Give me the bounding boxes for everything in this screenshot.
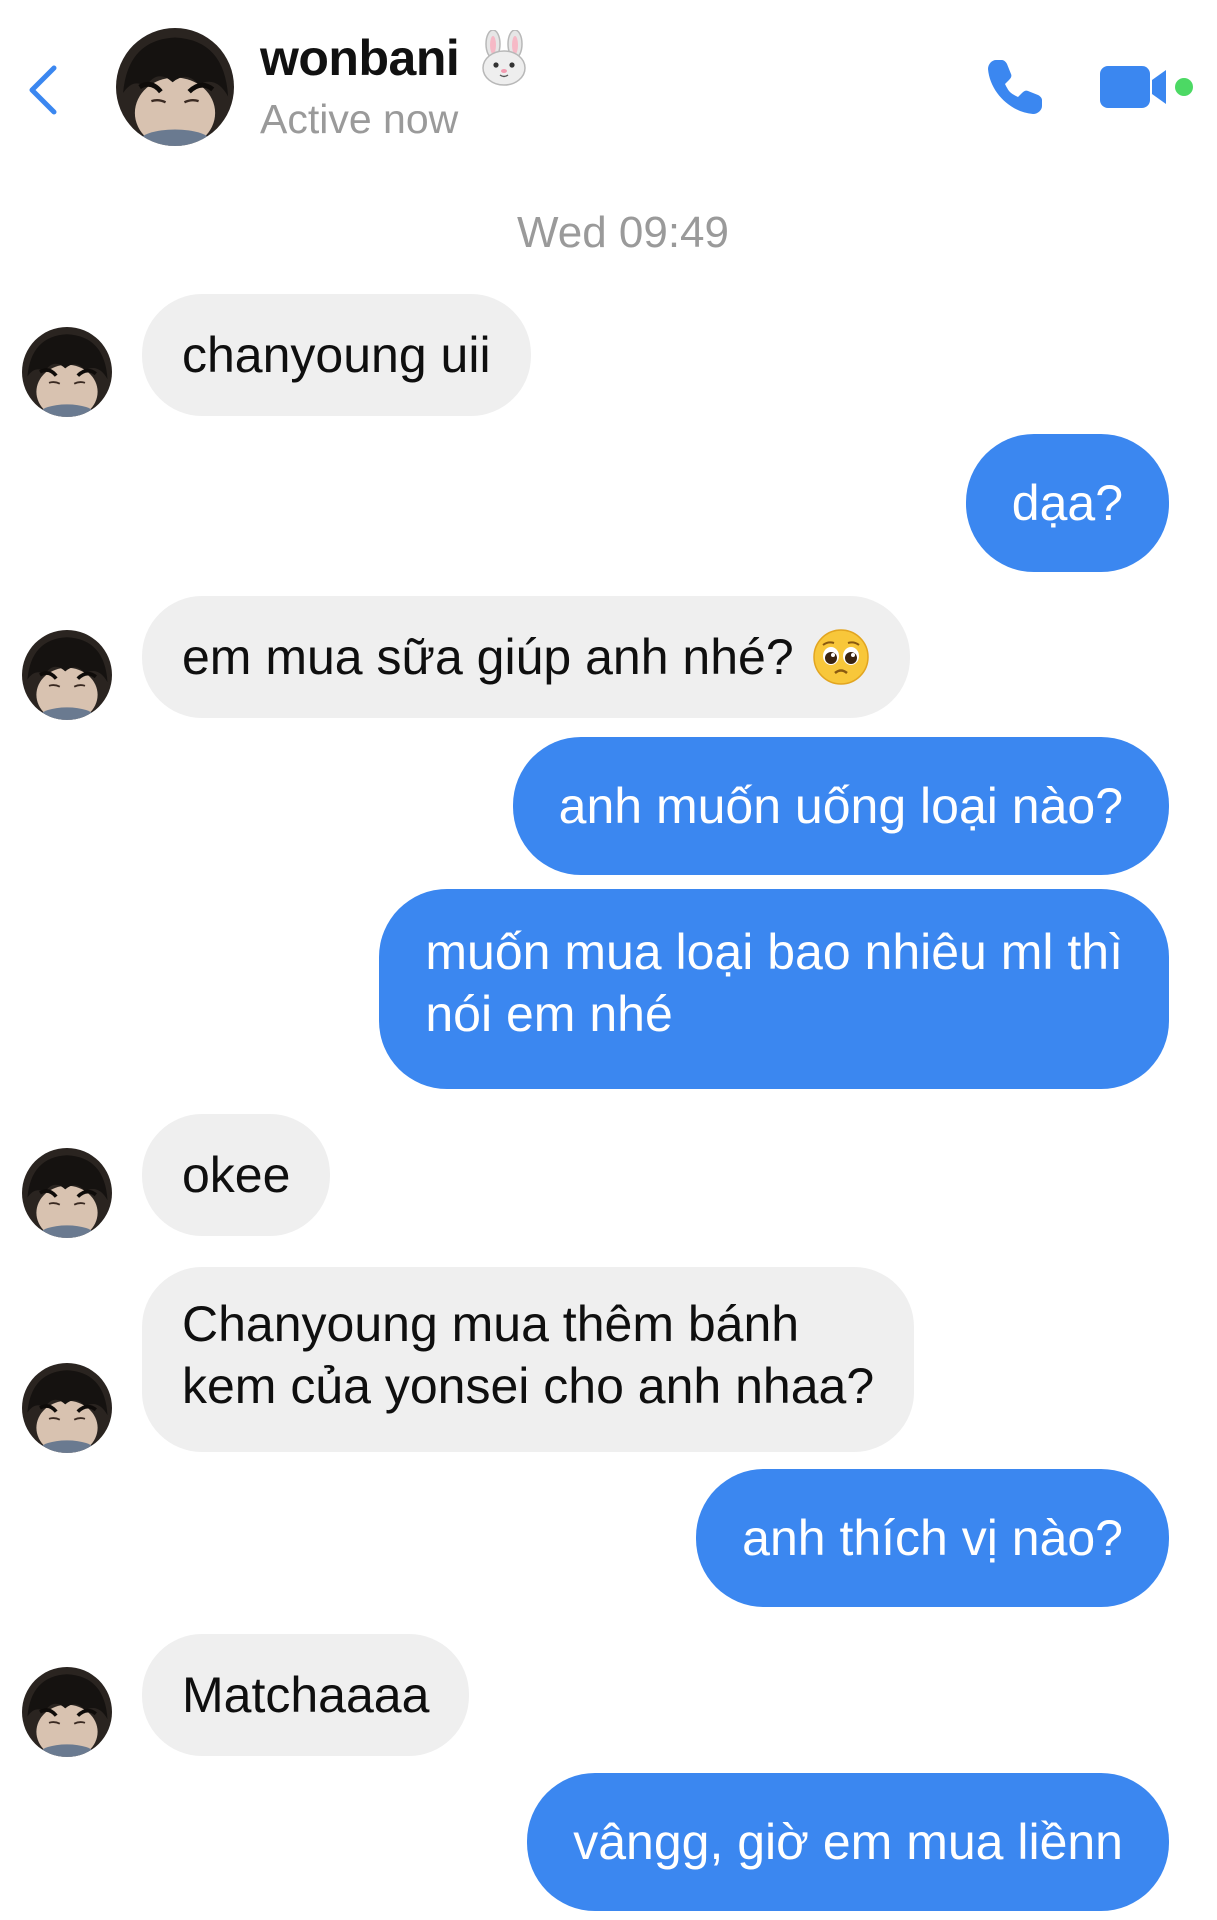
sender-avatar[interactable] — [22, 327, 112, 417]
outgoing-message-bubble[interactable]: anh muốn uống loại nào? — [512, 737, 1169, 875]
message-text-line: nói em nhé — [425, 986, 673, 1042]
sender-avatar[interactable] — [22, 1667, 112, 1757]
incoming-message-bubble[interactable]: okee — [142, 1114, 331, 1236]
message-text: okee — [182, 1147, 291, 1203]
active-dot — [1175, 78, 1193, 96]
back-button[interactable] — [22, 60, 62, 120]
incoming-message-bubble[interactable]: em mua sữa giúp anh nhé? — [142, 596, 910, 718]
outgoing-message-bubble[interactable]: vângg, giờ em mua liềnn — [527, 1773, 1169, 1911]
sender-avatar[interactable] — [22, 1148, 112, 1238]
chevron-left-icon — [29, 65, 57, 115]
active-status: Active now — [260, 96, 459, 142]
message-text-line: muốn mua loại bao nhiêu ml thì — [425, 924, 1123, 980]
outgoing-message-bubble[interactable]: anh thích vị nào? — [696, 1469, 1169, 1607]
video-camera-icon — [1100, 66, 1193, 108]
contact-title[interactable]: wonbani — [260, 26, 531, 90]
message-text: em mua sữa giúp anh nhé? — [182, 629, 794, 685]
phone-icon — [988, 60, 1042, 114]
message-timestamp: Wed 09:49 — [516, 208, 729, 257]
message-text: anh thích vị nào? — [742, 1510, 1123, 1566]
chat-header: wonbani Active now — [0, 0, 1217, 160]
outgoing-message-bubble[interactable]: muốn mua loại bao nhiêu ml thì nói em nh… — [379, 889, 1169, 1089]
sender-avatar[interactable] — [22, 630, 112, 720]
pleading-face-icon — [812, 628, 870, 686]
outgoing-message-bubble[interactable]: dạa? — [965, 434, 1169, 572]
message-text-line: kem của yonsei cho anh nhaa? — [182, 1358, 875, 1414]
sender-avatar[interactable] — [22, 1363, 112, 1453]
message-text-line: Chanyoung mua thêm bánh — [182, 1296, 800, 1352]
message-text: vângg, giờ em mua liềnn — [573, 1814, 1123, 1870]
contact-avatar[interactable] — [116, 28, 234, 146]
incoming-message-bubble[interactable]: chanyoung uii — [142, 294, 531, 416]
incoming-message-bubble[interactable]: Matchaaaa — [142, 1634, 470, 1756]
rabbit-face-icon — [477, 30, 531, 86]
message-text: chanyoung uii — [182, 327, 491, 383]
voice-call-button[interactable] — [982, 54, 1048, 120]
video-call-button[interactable] — [1100, 62, 1200, 112]
contact-name: wonbani — [260, 30, 460, 86]
incoming-message-bubble[interactable]: Chanyoung mua thêm bánh kem của yonsei c… — [142, 1267, 915, 1452]
message-text: Matchaaaa — [182, 1667, 430, 1723]
message-text: anh muốn uống loại nào? — [558, 778, 1123, 834]
message-text: dạa? — [1011, 475, 1123, 531]
